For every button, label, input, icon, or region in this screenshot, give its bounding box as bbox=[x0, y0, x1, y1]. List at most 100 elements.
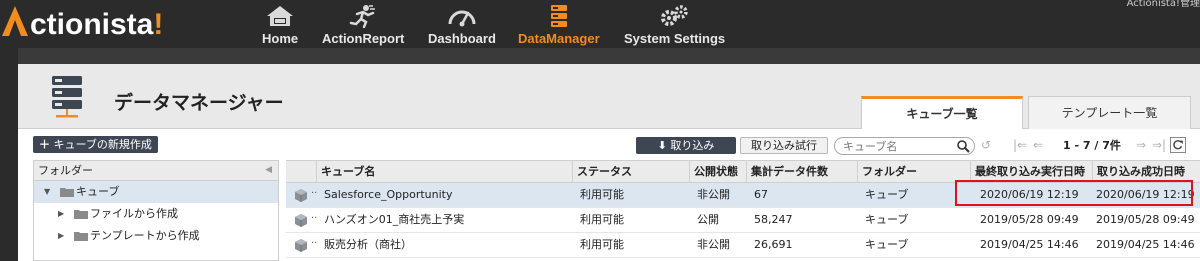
page-header: データマネージャー キューブ一覧 テンプレート一覧 bbox=[18, 64, 1200, 129]
import-button[interactable]: ⬇ 取り込み bbox=[636, 137, 736, 154]
top-navigation-bar: ctionista! Home ActionReport Dashboard D… bbox=[0, 0, 1200, 48]
cube-search-input[interactable] bbox=[843, 139, 953, 153]
folder-icon bbox=[60, 188, 74, 197]
nav-data-manager-label: DataManager bbox=[518, 31, 600, 46]
cell-cube-name[interactable]: ハンズオン01_商社売上予実 bbox=[320, 208, 464, 233]
nav-data-manager[interactable]: DataManager bbox=[518, 4, 600, 46]
nav-home-label: Home bbox=[262, 31, 299, 46]
cube-search-box bbox=[834, 137, 975, 155]
nav-home[interactable]: Home bbox=[262, 4, 298, 46]
row-menu-icon[interactable]: ·· bbox=[311, 233, 317, 255]
nav-dashboard[interactable]: Dashboard bbox=[428, 4, 496, 46]
cell-status: 利用可能 bbox=[580, 188, 624, 201]
table-header: キューブ名 ステータス 公開状態 集計データ件数 フォルダー 最終取り込み実行日… bbox=[286, 161, 1200, 183]
first-page-icon[interactable]: |⇐ bbox=[1013, 138, 1027, 152]
cube-icon bbox=[295, 239, 307, 252]
import-trial-button[interactable]: 取り込み試行 bbox=[740, 137, 828, 154]
home-icon bbox=[267, 6, 294, 26]
gauge-icon bbox=[448, 10, 476, 27]
collapsed-triangle-icon[interactable]: ▶ bbox=[58, 225, 64, 247]
tree-item-from-template[interactable]: ▶ テンプレートから作成 bbox=[34, 225, 278, 247]
undo-icon[interactable]: ↺ bbox=[981, 138, 991, 152]
brand-logo[interactable]: ctionista! bbox=[0, 4, 163, 44]
last-page-icon[interactable]: ⇒| bbox=[1152, 138, 1166, 152]
collapse-left-icon[interactable]: ◀ bbox=[265, 161, 272, 180]
cell-last-run: 2019/05/28 09:49 bbox=[980, 213, 1079, 226]
new-cube-button[interactable]: ＋ キューブの新規作成 bbox=[33, 136, 158, 153]
plus-icon: ＋ bbox=[39, 138, 50, 151]
table-row[interactable]: ·· Salesforce_Opportunity 利用可能 非公開 67 キュ… bbox=[286, 183, 1200, 208]
table-row[interactable]: ·· 販売分析（商社） 利用可能 非公開 26,691 キューブ 2019/04… bbox=[286, 233, 1200, 258]
cube-table: キューブ名 ステータス 公開状態 集計データ件数 フォルダー 最終取り込み実行日… bbox=[286, 160, 1200, 261]
table-row[interactable]: ·· ハンズオン01_商社売上予実 利用可能 公開 58,247 キューブ 20… bbox=[286, 208, 1200, 233]
brand-name: ctionista bbox=[30, 8, 154, 41]
toolbar: ＋ キューブの新規作成 ⬇ 取り込み 取り込み試行 ↺ |⇐ ⇐ 1 - 7 /… bbox=[18, 130, 1200, 158]
column-header-visibility[interactable]: 公開状態 bbox=[689, 161, 746, 183]
cell-status: 利用可能 bbox=[580, 213, 624, 226]
tree-item-label: ファイルから作成 bbox=[90, 207, 178, 220]
folder-panel-header: フォルダー ◀ bbox=[34, 161, 278, 181]
collapsed-triangle-icon[interactable]: ▶ bbox=[58, 203, 64, 225]
prev-page-icon[interactable]: ⇐ bbox=[1033, 138, 1043, 152]
nav-system-settings-label: System Settings bbox=[624, 31, 726, 46]
logo-a-mark bbox=[2, 6, 28, 36]
left-edge bbox=[0, 48, 18, 261]
tree-item-from-file[interactable]: ▶ ファイルから作成 bbox=[34, 203, 278, 225]
column-header-folder[interactable]: フォルダー bbox=[857, 161, 970, 183]
new-cube-label: キューブの新規作成 bbox=[53, 138, 152, 151]
nav-system-settings[interactable]: System Settings bbox=[624, 4, 725, 46]
row-menu-icon[interactable]: ·· bbox=[311, 208, 317, 230]
gears-icon bbox=[660, 5, 688, 26]
cell-folder: キューブ bbox=[865, 238, 909, 251]
tree-item-cube[interactable]: ▼ キューブ bbox=[34, 181, 278, 203]
column-header-record-count[interactable]: 集計データ件数 bbox=[746, 161, 857, 183]
column-header-last-run[interactable]: 最終取り込み実行日時 bbox=[970, 161, 1092, 183]
cube-icon bbox=[295, 189, 307, 202]
cell-last-success: 2019/04/25 14:46 bbox=[1096, 238, 1195, 251]
cell-record-count: 58,247 bbox=[754, 213, 793, 226]
cell-record-count: 67 bbox=[754, 188, 768, 201]
cell-visibility: 非公開 bbox=[697, 188, 730, 201]
cell-last-run: 2020/06/19 12:19 bbox=[980, 188, 1079, 201]
tab-template-list[interactable]: テンプレート一覧 bbox=[1028, 96, 1191, 129]
cell-visibility: 公開 bbox=[697, 213, 719, 226]
cell-cube-name[interactable]: Salesforce_Opportunity bbox=[320, 183, 453, 208]
cell-record-count: 26,691 bbox=[754, 238, 793, 251]
import-label: 取り込み bbox=[670, 139, 715, 152]
cell-visibility: 非公開 bbox=[697, 238, 730, 251]
cell-last-success: 2020/06/19 12:19 bbox=[1096, 188, 1195, 201]
cell-last-success: 2019/05/28 09:49 bbox=[1096, 213, 1195, 226]
search-icon[interactable] bbox=[956, 139, 970, 153]
tree-item-label: キューブ bbox=[76, 185, 120, 198]
page-title: データマネージャー bbox=[114, 92, 284, 114]
nav-action-report-label: ActionReport bbox=[322, 31, 405, 46]
main-panel: データマネージャー キューブ一覧 テンプレート一覧 ＋ キューブの新規作成 ⬇ … bbox=[18, 64, 1200, 261]
download-arrow-icon: ⬇ bbox=[657, 139, 667, 152]
folder-icon bbox=[74, 210, 88, 219]
database-icon bbox=[550, 5, 567, 27]
expanded-triangle-icon[interactable]: ▼ bbox=[44, 181, 50, 203]
column-header-icon bbox=[286, 161, 316, 183]
next-page-icon[interactable]: ⇒ bbox=[1136, 138, 1146, 152]
tab-cube-list[interactable]: キューブ一覧 bbox=[861, 96, 1023, 129]
column-header-last-success[interactable]: 取り込み成功日時 bbox=[1092, 161, 1200, 183]
nav-dashboard-label: Dashboard bbox=[428, 31, 496, 46]
column-header-cube-name[interactable]: キューブ名 bbox=[316, 161, 572, 183]
folder-panel-title: フォルダー bbox=[38, 164, 93, 177]
folder-icon bbox=[74, 232, 88, 241]
folder-panel: フォルダー ◀ ▼ キューブ ▶ ファイルから作成 ▶ テンプレートから作成 bbox=[33, 160, 279, 261]
brand-exclamation: ! bbox=[153, 8, 164, 41]
refresh-icon[interactable] bbox=[1170, 137, 1186, 153]
cell-cube-name[interactable]: 販売分析（商社） bbox=[320, 233, 412, 258]
cell-folder: キューブ bbox=[865, 188, 909, 201]
user-name[interactable]: Actionista!管理 bbox=[1127, 0, 1200, 9]
pager-status: 1 - 7 / 7件 bbox=[1063, 139, 1121, 152]
nav-action-report[interactable]: ActionReport bbox=[322, 4, 404, 46]
tree-item-label: テンプレートから作成 bbox=[90, 229, 200, 242]
server-stack-icon bbox=[52, 76, 82, 118]
cell-last-run: 2019/04/25 14:46 bbox=[980, 238, 1079, 251]
runner-icon bbox=[349, 5, 376, 28]
cell-status: 利用可能 bbox=[580, 238, 624, 251]
column-header-status[interactable]: ステータス bbox=[572, 161, 689, 183]
row-menu-icon[interactable]: ·· bbox=[311, 183, 317, 205]
